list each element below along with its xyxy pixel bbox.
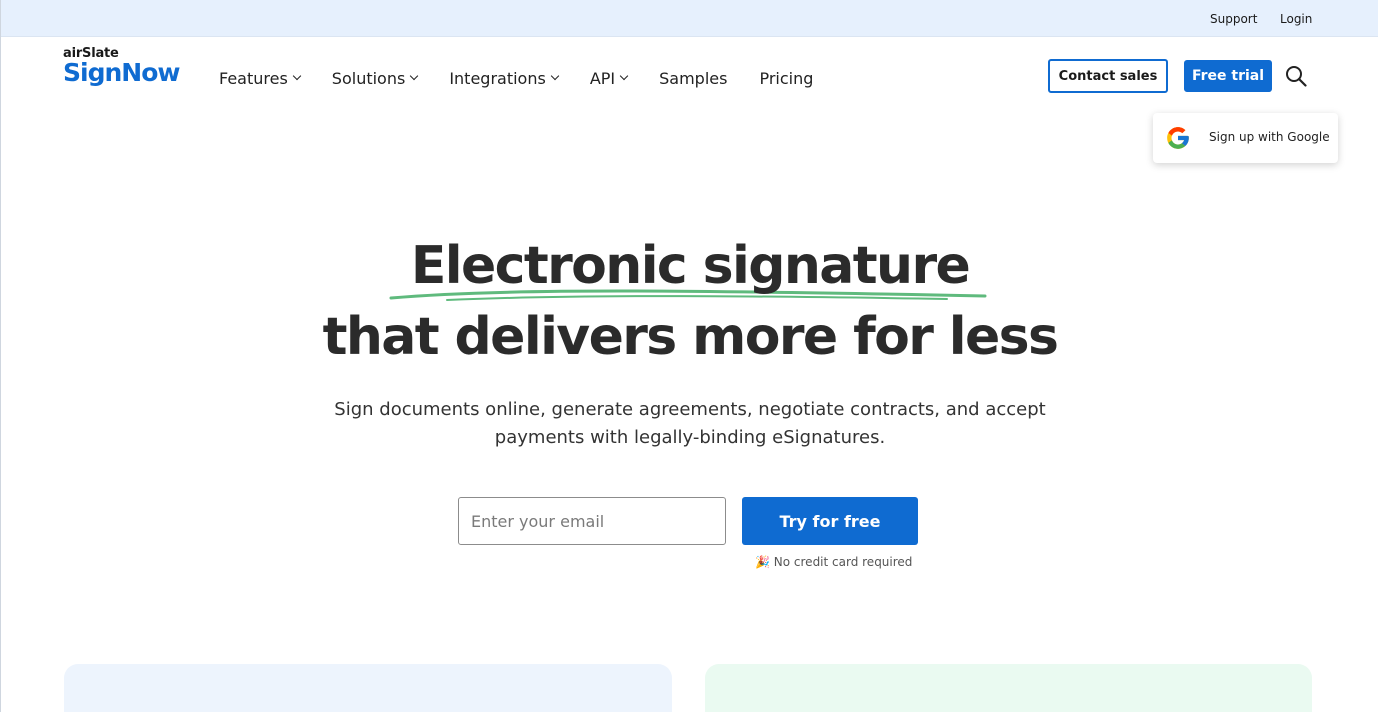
chevron-down-icon (619, 71, 629, 81)
hero-title-line1: Electronic signature (410, 236, 971, 296)
chevron-down-icon (292, 71, 302, 81)
chevron-down-icon (410, 71, 419, 81)
nav-api-label: API (589, 68, 616, 88)
nav-integrations[interactable]: Integrations (449, 68, 560, 88)
page: Support Login airSlate SignNow Features … (0, 0, 1378, 712)
chevron-down-icon (550, 71, 560, 81)
nav-features[interactable]: Features (219, 68, 302, 88)
signnow-logo[interactable]: airSlate SignNow (63, 46, 203, 90)
nav-samples[interactable]: Samples (659, 69, 727, 88)
try-for-free-button[interactable]: Try for free (742, 497, 918, 545)
hero-title-line2: that delivers more for less (322, 307, 1059, 367)
hero-subtitle: Sign documents online, generate agreemen… (334, 399, 1046, 448)
nav-pricing-label: Pricing (759, 68, 814, 88)
no-credit-card-note: 🎉 No credit card required (755, 555, 912, 569)
search-icon[interactable] (1285, 65, 1307, 87)
party-popper-icon: 🎉 (755, 555, 770, 569)
no-credit-card-text: No credit card required (773, 555, 913, 569)
nav-features-label: Features (219, 68, 288, 88)
nav-integrations-label: Integrations (449, 68, 546, 88)
contact-sales-button[interactable]: Contact sales (1048, 59, 1168, 93)
feature-card-right (705, 664, 1312, 712)
google-signup-button[interactable]: Sign up with Google (1153, 113, 1338, 163)
free-trial-button[interactable]: Free trial (1184, 60, 1272, 92)
nav-pricing[interactable]: Pricing (759, 69, 813, 88)
nav-samples-label: Samples (659, 68, 728, 88)
google-icon (1165, 125, 1191, 151)
top-utility-bar: Support Login (1, 0, 1378, 37)
logo-signnow-text: SignNow (63, 58, 180, 87)
nav-solutions[interactable]: Solutions (331, 68, 419, 88)
nav-solutions-label: Solutions (331, 68, 406, 88)
support-link[interactable]: Support (1210, 12, 1257, 26)
google-signup-label: Sign up with Google (1209, 130, 1330, 144)
email-input[interactable] (458, 497, 726, 545)
login-link[interactable]: Login (1280, 12, 1312, 26)
nav-api[interactable]: API (589, 68, 629, 88)
main-nav: Features Solutions Integrations API Samp… (219, 66, 845, 90)
feature-card-left (64, 664, 672, 712)
